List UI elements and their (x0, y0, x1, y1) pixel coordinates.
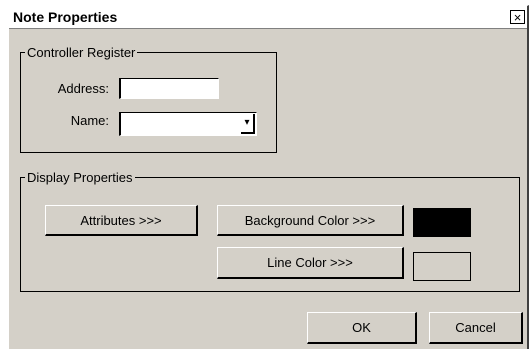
controller-register-group: Controller Register (20, 45, 277, 153)
ok-button[interactable]: OK (307, 312, 417, 344)
address-input[interactable] (119, 78, 219, 99)
controller-register-legend: Controller Register (27, 45, 136, 60)
close-icon[interactable]: × (510, 10, 525, 24)
cancel-button[interactable]: Cancel (429, 312, 523, 344)
note-properties-dialog: Note Properties × Controller Register Ad… (8, 5, 529, 349)
name-select[interactable]: ▾ (119, 112, 257, 136)
line-color-swatch (413, 252, 471, 281)
title-bar: Note Properties × (9, 6, 527, 29)
dialog-title: Note Properties (13, 9, 118, 25)
background-color-swatch (413, 208, 471, 237)
chevron-down-icon[interactable]: ▾ (241, 114, 255, 134)
name-label: Name: (70, 113, 109, 128)
attributes-button[interactable]: Attributes >>> (45, 205, 198, 236)
line-color-button[interactable]: Line Color >>> (217, 247, 404, 279)
display-properties-legend: Display Properties (27, 170, 133, 185)
background-color-button[interactable]: Background Color >>> (217, 205, 404, 236)
address-label: Address: (57, 81, 109, 96)
